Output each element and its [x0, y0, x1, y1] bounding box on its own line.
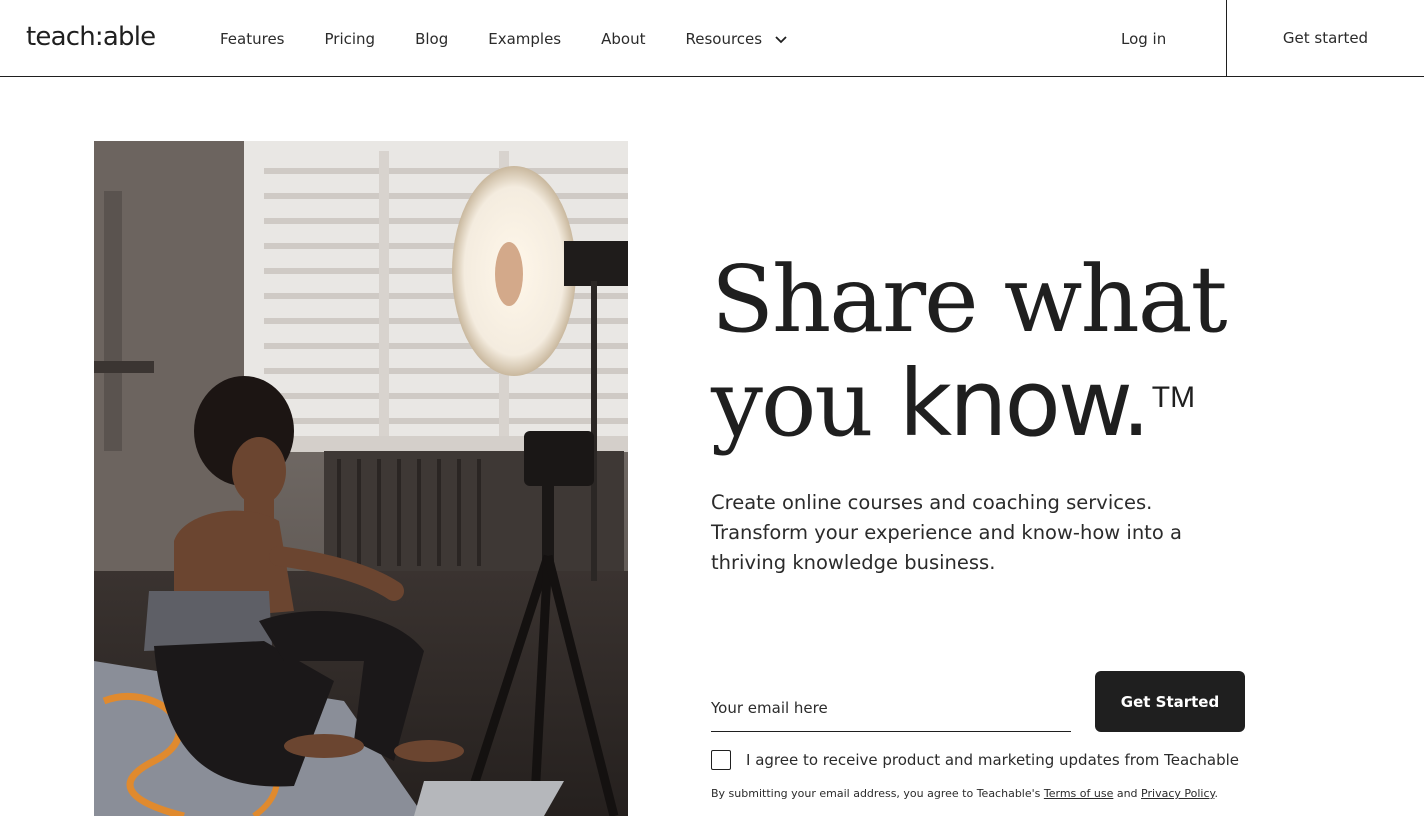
teachable-logo[interactable]: teach:able: [26, 22, 156, 52]
legal-suffix: .: [1214, 787, 1218, 800]
get-started-button[interactable]: Get Started: [1095, 671, 1245, 732]
headline-know: know.: [898, 350, 1151, 457]
trademark-symbol: TM: [1151, 381, 1196, 414]
terms-of-use-link[interactable]: Terms of use: [1044, 787, 1113, 800]
nav-blog-label: Blog: [415, 30, 449, 48]
login-link[interactable]: Log in: [1121, 30, 1166, 48]
nav-about-label: About: [601, 30, 646, 48]
hero-subtext: Create online courses and coaching servi…: [711, 491, 1182, 574]
hero-headline: Share what you know. TM: [711, 248, 1271, 456]
nav-resources-dropdown[interactable]: Resources: [685, 30, 788, 48]
headline-line-2: you know. TM: [711, 352, 1271, 456]
legal-notice: By submitting your email address, you ag…: [711, 787, 1218, 800]
headline-line-2-you: you: [711, 350, 899, 457]
legal-prefix: By submitting your email address, you ag…: [711, 787, 1044, 800]
nav-resources-label: Resources: [685, 30, 763, 48]
main-nav: Features Pricing Blog Examples About Res…: [220, 30, 828, 48]
privacy-policy-link[interactable]: Privacy Policy: [1141, 787, 1214, 800]
hero-photo-illustration: [94, 141, 628, 816]
consent-label: I agree to receive product and marketing…: [746, 751, 1240, 769]
nav-about[interactable]: About: [601, 30, 645, 48]
nav-examples-label: Examples: [488, 30, 562, 48]
nav-features-label: Features: [220, 30, 285, 48]
get-started-header-button[interactable]: Get started: [1227, 0, 1424, 77]
nav-blog[interactable]: Blog: [415, 30, 448, 48]
consent-checkbox[interactable]: [711, 750, 731, 770]
nav-pricing[interactable]: Pricing: [325, 30, 376, 48]
nav-examples[interactable]: Examples: [488, 30, 561, 48]
legal-and: and: [1113, 787, 1142, 800]
email-input[interactable]: [711, 684, 1071, 732]
nav-pricing-label: Pricing: [324, 30, 376, 48]
hero-photo: [94, 141, 628, 816]
nav-features[interactable]: Features: [220, 30, 285, 48]
site-header: teach:able Features Pricing Blog Example…: [0, 0, 1424, 77]
chevron-down-icon: [775, 36, 787, 44]
headline-line-1: Share what: [711, 246, 1228, 353]
